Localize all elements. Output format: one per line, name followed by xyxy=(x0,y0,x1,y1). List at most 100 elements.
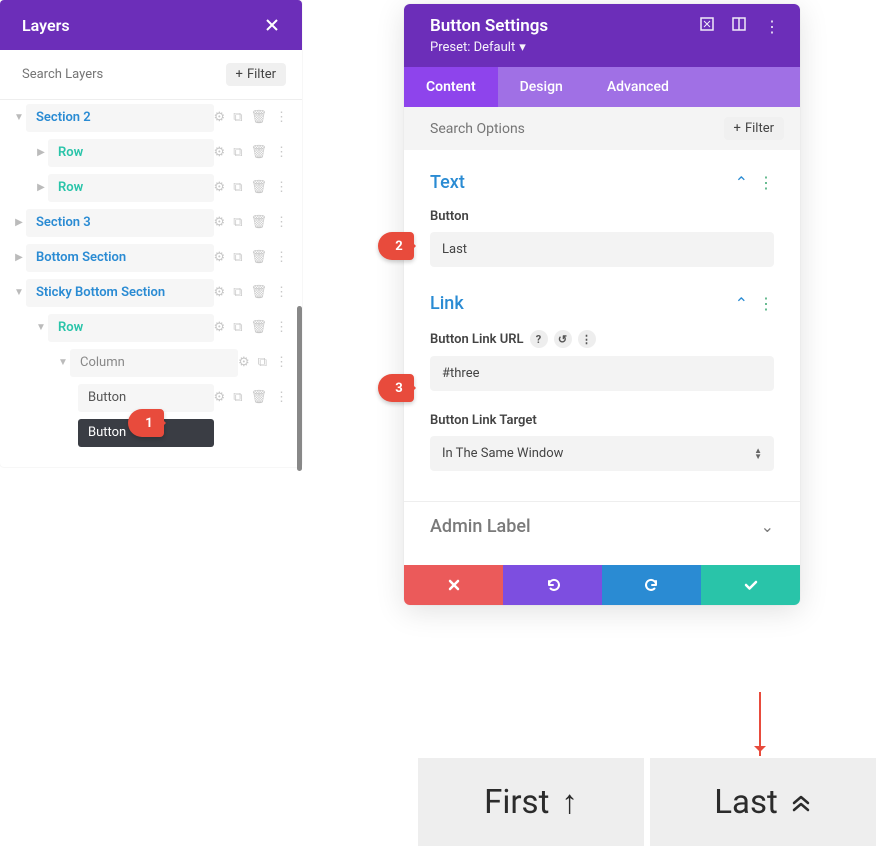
panel-icon[interactable] xyxy=(732,17,746,36)
trash-icon[interactable]: 🗑 xyxy=(250,285,267,300)
tree-row-section-3[interactable]: ▶ Section 3 ⚙ ⧉ 🗑 ⋮ xyxy=(6,205,296,240)
caret-down-icon[interactable]: ▼ xyxy=(12,112,26,123)
expand-icon[interactable]: ⌄ xyxy=(761,517,774,536)
caret-down-icon[interactable]: ▼ xyxy=(34,322,48,333)
layers-search-input[interactable] xyxy=(22,67,218,82)
collapse-icon[interactable]: ⌃ xyxy=(735,294,748,313)
duplicate-icon[interactable]: ⧉ xyxy=(233,320,242,335)
tree-row-button-selected[interactable]: Button ⚙ ⧉ 🗑 ⋮ xyxy=(72,415,296,450)
reset-icon[interactable]: ↺ xyxy=(554,330,572,348)
duplicate-icon[interactable]: ⧉ xyxy=(233,285,242,300)
trash-icon[interactable]: 🗑 xyxy=(250,390,267,405)
more-icon[interactable]: ⋮ xyxy=(275,425,288,440)
tree-row-row[interactable]: ▼ Row ⚙ ⧉ 🗑 ⋮ xyxy=(28,310,296,345)
more-icon[interactable]: ⋮ xyxy=(578,330,596,348)
more-icon[interactable]: ⋮ xyxy=(764,17,780,36)
redo-button[interactable] xyxy=(602,565,701,605)
trash-icon[interactable]: 🗑 xyxy=(250,320,267,335)
tree-row-row[interactable]: ▶ Row ⚙ ⧉ 🗑 ⋮ xyxy=(28,135,296,170)
button-label: Button xyxy=(88,425,126,440)
caret-right-icon[interactable]: ▶ xyxy=(12,252,26,263)
more-icon[interactable]: ⋮ xyxy=(275,390,288,405)
trash-icon[interactable]: 🗑 xyxy=(250,110,267,125)
section-link-head[interactable]: Link ⌃ ⋮ xyxy=(430,293,774,314)
settings-tabs: Content Design Advanced xyxy=(404,67,800,107)
trash-icon[interactable]: 🗑 xyxy=(250,425,267,440)
more-icon[interactable]: ⋮ xyxy=(275,355,288,370)
more-icon[interactable]: ⋮ xyxy=(758,173,774,192)
layers-scrollbar[interactable] xyxy=(297,306,302,471)
caret-down-icon[interactable]: ▼ xyxy=(12,287,26,298)
gear-icon[interactable]: ⚙ xyxy=(214,145,226,160)
layers-filter-button[interactable]: + Filter xyxy=(226,63,286,86)
cancel-button[interactable] xyxy=(404,565,503,605)
section-admin-label[interactable]: Admin Label ⌄ xyxy=(404,502,800,565)
trash-icon[interactable]: 🗑 xyxy=(250,215,267,230)
caret-right-icon[interactable]: ▶ xyxy=(12,217,26,228)
duplicate-icon[interactable]: ⧉ xyxy=(233,145,242,160)
button-text-input[interactable] xyxy=(430,232,774,267)
tree-row-sticky-bottom-section[interactable]: ▼ Sticky Bottom Section ⚙ ⧉ 🗑 ⋮ xyxy=(6,275,296,310)
section-text-head[interactable]: Text ⌃ ⋮ xyxy=(430,172,774,193)
tab-design[interactable]: Design xyxy=(498,67,585,107)
settings-search-input[interactable] xyxy=(430,121,716,137)
gear-icon[interactable]: ⚙ xyxy=(214,425,226,440)
undo-button[interactable] xyxy=(503,565,602,605)
gear-icon[interactable]: ⚙ xyxy=(214,320,226,335)
callout-badge-3: 3 xyxy=(378,374,414,402)
section-text: Text ⌃ ⋮ Button xyxy=(404,158,800,279)
gear-icon[interactable]: ⚙ xyxy=(214,180,226,195)
caret-down-icon[interactable]: ▼ xyxy=(56,357,70,368)
section-link: Link ⌃ ⋮ Button Link URL ? ↺ ⋮ Button Li… xyxy=(404,279,800,483)
gear-icon[interactable]: ⚙ xyxy=(214,250,226,265)
duplicate-icon[interactable]: ⧉ xyxy=(233,180,242,195)
more-icon[interactable]: ⋮ xyxy=(275,180,288,195)
duplicate-icon[interactable]: ⧉ xyxy=(233,215,242,230)
tree-row-button[interactable]: Button ⚙ ⧉ 🗑 ⋮ xyxy=(72,380,296,415)
confirm-button[interactable] xyxy=(701,565,800,605)
duplicate-icon[interactable]: ⧉ xyxy=(233,110,242,125)
gear-icon[interactable]: ⚙ xyxy=(214,390,226,405)
trash-icon[interactable]: 🗑 xyxy=(250,145,267,160)
trash-icon[interactable]: 🗑 xyxy=(250,250,267,265)
duplicate-icon[interactable]: ⧉ xyxy=(233,390,242,405)
trash-icon[interactable]: 🗑 xyxy=(250,180,267,195)
tree-row-row[interactable]: ▶ Row ⚙ ⧉ 🗑 ⋮ xyxy=(28,170,296,205)
button-url-input[interactable] xyxy=(430,356,774,391)
more-icon[interactable]: ⋮ xyxy=(275,250,288,265)
caret-right-icon[interactable]: ▶ xyxy=(34,147,48,158)
callout-badge-2: 2 xyxy=(378,232,414,260)
duplicate-icon[interactable]: ⧉ xyxy=(258,355,267,370)
more-icon[interactable]: ⋮ xyxy=(275,285,288,300)
tree-row-section-2[interactable]: ▼ Section 2 ⚙ ⧉ 🗑 ⋮ xyxy=(6,100,296,135)
tab-content[interactable]: Content xyxy=(404,67,498,107)
duplicate-icon[interactable]: ⧉ xyxy=(233,250,242,265)
tree-row-column[interactable]: ▼ Column ⚙ ⧉ ⋮ xyxy=(50,345,296,380)
collapse-icon[interactable]: ⌃ xyxy=(735,173,748,192)
more-icon[interactable]: ⋮ xyxy=(758,294,774,313)
preset-dropdown[interactable]: Preset: Default ▾ xyxy=(430,40,780,55)
more-icon[interactable]: ⋮ xyxy=(275,145,288,160)
tab-advanced[interactable]: Advanced xyxy=(585,67,691,107)
settings-search-row: + Filter xyxy=(404,107,800,150)
preview-last-button[interactable]: Last xyxy=(650,758,876,846)
gear-icon[interactable]: ⚙ xyxy=(214,215,226,230)
settings-header: Button Settings ⋮ Preset: Default ▾ xyxy=(404,4,800,67)
settings-filter-button[interactable]: + Filter xyxy=(724,117,784,140)
expand-icon[interactable] xyxy=(700,17,714,36)
more-icon[interactable]: ⋮ xyxy=(275,320,288,335)
gear-icon[interactable]: ⚙ xyxy=(214,285,226,300)
close-icon[interactable] xyxy=(264,17,280,33)
button-url-label-text: Button Link URL xyxy=(430,332,524,347)
button-target-select[interactable]: In The Same Window ▲▼ xyxy=(430,436,774,471)
caret-right-icon[interactable]: ▶ xyxy=(34,182,48,193)
duplicate-icon[interactable]: ⧉ xyxy=(233,425,242,440)
gear-icon[interactable]: ⚙ xyxy=(214,110,226,125)
preview-first-button[interactable]: First ↑ xyxy=(418,758,644,846)
more-icon[interactable]: ⋮ xyxy=(275,110,288,125)
button-label: Button xyxy=(88,390,126,405)
gear-icon[interactable]: ⚙ xyxy=(238,355,250,370)
more-icon[interactable]: ⋮ xyxy=(275,215,288,230)
help-icon[interactable]: ? xyxy=(530,330,548,348)
tree-row-bottom-section[interactable]: ▶ Bottom Section ⚙ ⧉ 🗑 ⋮ xyxy=(6,240,296,275)
